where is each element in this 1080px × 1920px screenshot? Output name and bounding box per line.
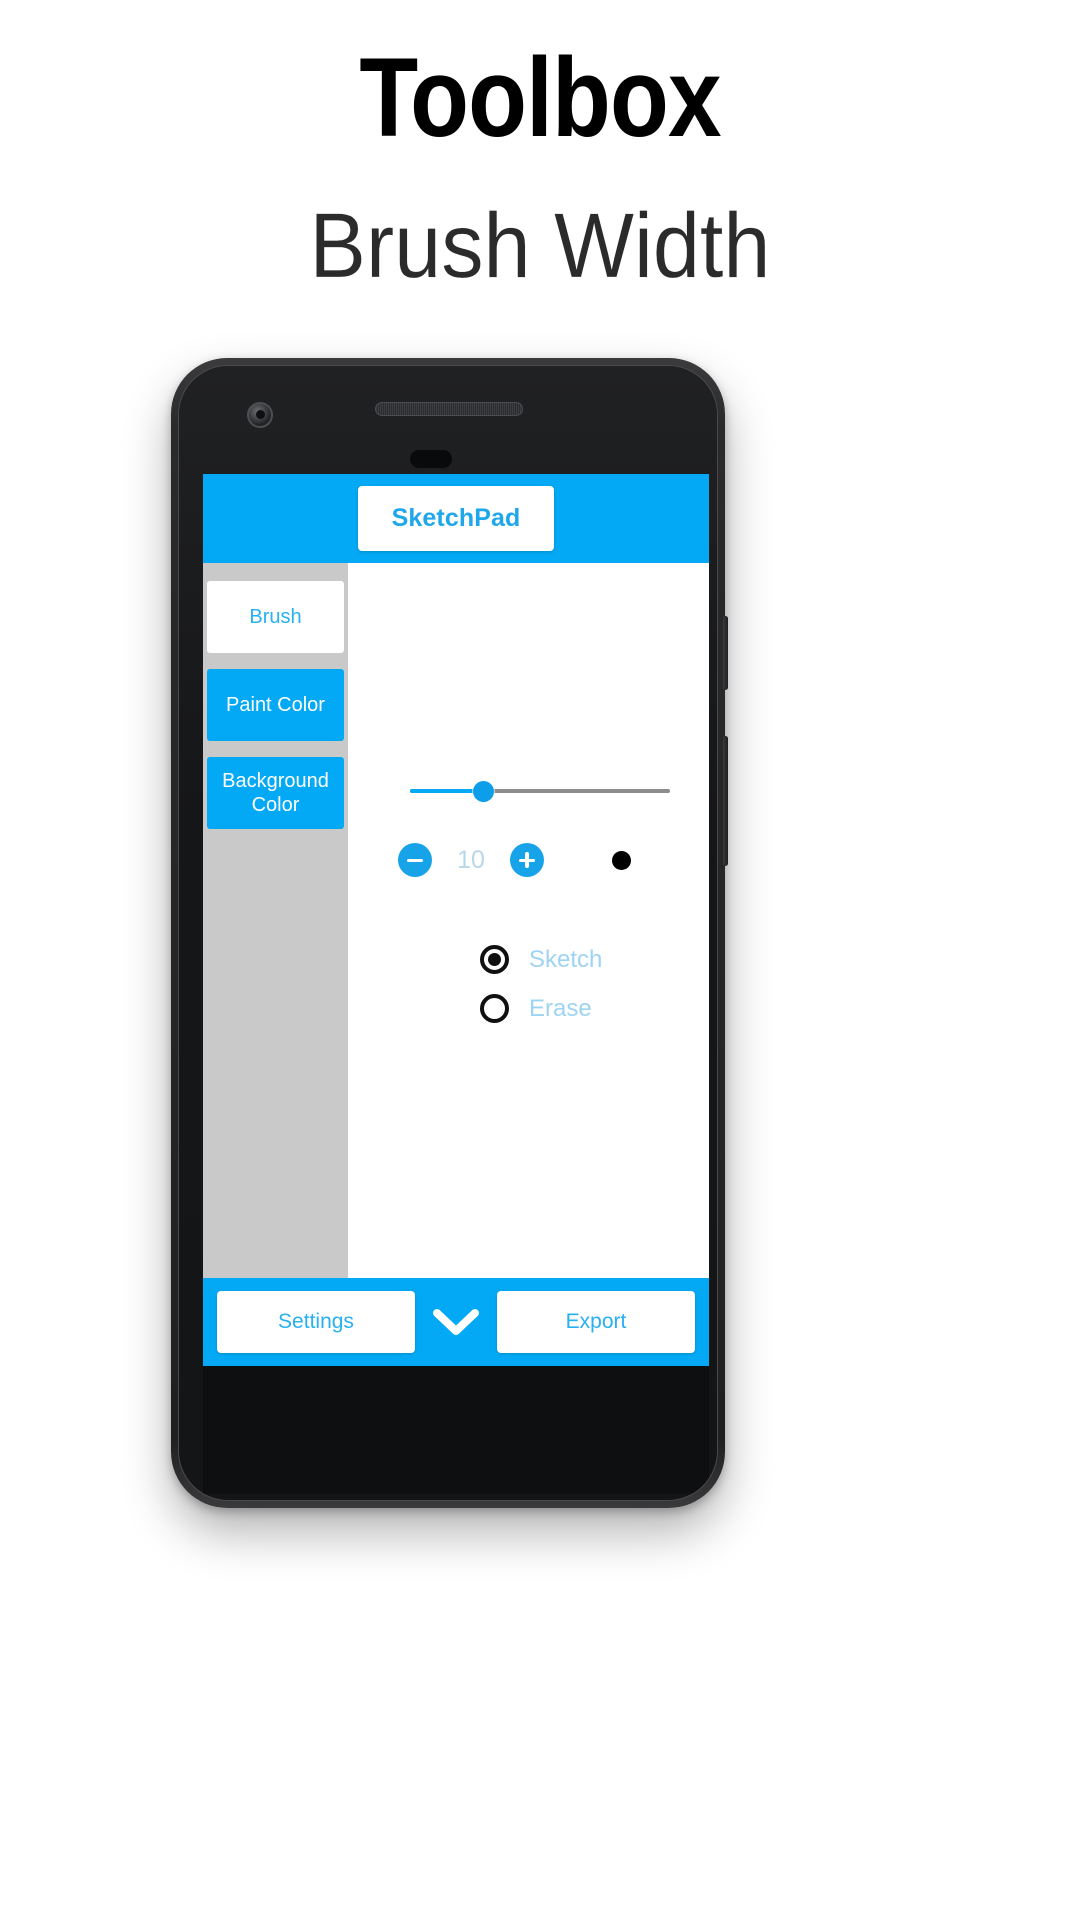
- radio-option-sketch[interactable]: Sketch: [480, 945, 602, 974]
- brush-width-slider[interactable]: [410, 778, 670, 804]
- phone-bezel: SketchPad Brush Paint Color Background C…: [178, 365, 718, 1501]
- brush-mode-radio-group: Sketch Erase: [480, 945, 602, 1043]
- page-heading-block: Toolbox Brush Width: [0, 0, 1080, 297]
- page-title: Toolbox: [359, 35, 721, 160]
- phone-device-mockup: SketchPad Brush Paint Color Background C…: [171, 358, 728, 1508]
- export-button-label: Export: [565, 1310, 627, 1333]
- sidebar-item-background-color[interactable]: Background Color: [207, 757, 344, 829]
- phone-chin: [203, 1366, 709, 1494]
- brush-dot-preview: [611, 850, 631, 870]
- app-topbar: SketchPad: [203, 474, 709, 563]
- app-title-card[interactable]: SketchPad: [357, 486, 555, 551]
- sidebar-item-label: Background Color: [222, 769, 329, 816]
- brush-preview-area: [544, 850, 698, 870]
- screenshot-root: Toolbox Brush Width SketchPad Brush Pain…: [0, 0, 1080, 1920]
- decrement-width-button[interactable]: [398, 843, 432, 877]
- volume-button[interactable]: [723, 736, 728, 866]
- radio-button-icon[interactable]: [480, 994, 509, 1023]
- brush-settings-panel: 10 Sketch Erase: [348, 563, 709, 1278]
- front-camera-icon: [247, 402, 273, 428]
- radio-option-label: Erase: [529, 994, 592, 1022]
- sidebar-item-brush[interactable]: Brush: [207, 581, 344, 653]
- phone-screen: SketchPad Brush Paint Color Background C…: [203, 474, 709, 1366]
- sidebar-item-label: Paint Color: [226, 693, 325, 716]
- settings-button[interactable]: Settings: [217, 1291, 415, 1353]
- increment-width-button[interactable]: [510, 843, 544, 877]
- page-subtitle: Brush Width: [309, 195, 771, 297]
- proximity-sensor-icon: [410, 450, 452, 468]
- settings-button-label: Settings: [278, 1310, 354, 1333]
- slider-thumb[interactable]: [472, 781, 494, 802]
- slider-track-fill: [410, 789, 483, 793]
- app-title-label: SketchPad: [391, 504, 521, 532]
- tool-sidebar: Brush Paint Color Background Color: [203, 563, 348, 1278]
- brush-width-stepper: 10: [398, 843, 698, 877]
- chevron-down-icon[interactable]: [415, 1291, 497, 1353]
- radio-option-label: Sketch: [529, 945, 603, 973]
- export-button[interactable]: Export: [497, 1291, 695, 1353]
- app-bottombar: Settings Export: [203, 1278, 709, 1366]
- radio-button-icon[interactable]: [480, 945, 509, 974]
- power-button[interactable]: [723, 616, 728, 690]
- sidebar-item-paint-color[interactable]: Paint Color: [207, 669, 344, 741]
- earpiece-speaker-icon: [375, 402, 523, 416]
- sidebar-item-label: Brush: [249, 605, 302, 628]
- brush-width-value: 10: [457, 845, 485, 874]
- app-body: Brush Paint Color Background Color 10 Sk…: [203, 563, 709, 1278]
- radio-option-erase[interactable]: Erase: [480, 994, 602, 1023]
